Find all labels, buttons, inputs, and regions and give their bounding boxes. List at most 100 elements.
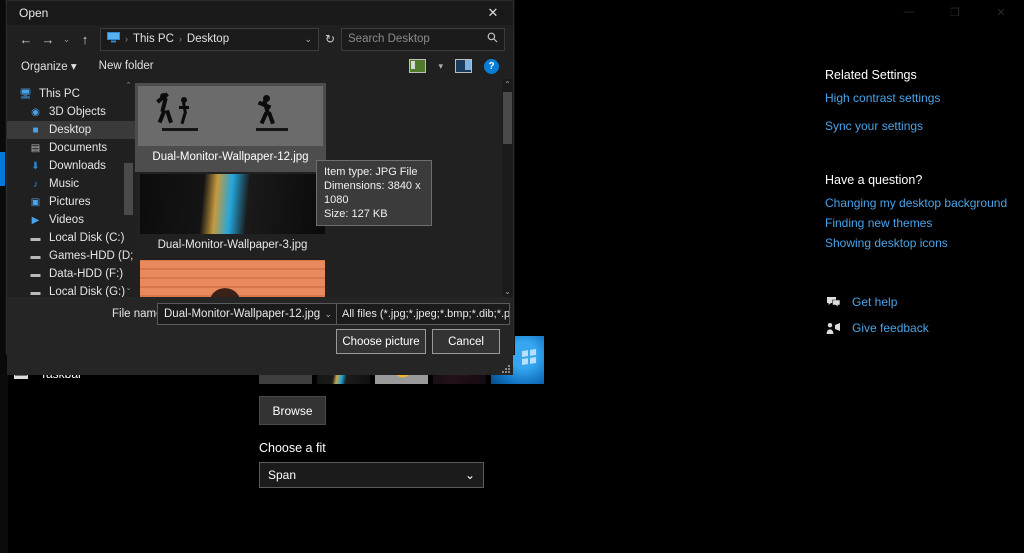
tree-scrollbar[interactable]: ⌃ ⌄ — [124, 81, 133, 293]
new-folder-button[interactable]: New folder — [99, 60, 154, 72]
scrollbar-thumb[interactable] — [503, 92, 512, 144]
music-icon: ♪ — [33, 178, 38, 190]
tree-item-label: Documents — [49, 142, 108, 154]
tooltip-dimensions: Dimensions: 3840 x 1080 — [324, 180, 421, 206]
close-button[interactable]: ✕ — [978, 0, 1024, 24]
maximize-button[interactable]: ❐ — [932, 0, 978, 24]
recent-locations-button[interactable]: ⌄ — [59, 28, 74, 50]
refresh-button[interactable]: ↻ — [319, 28, 341, 50]
link-finding-new-themes[interactable]: Finding new themes — [825, 216, 1024, 230]
chat-bubble-icon — [825, 294, 841, 310]
scroll-up-icon[interactable]: ⌃ — [502, 79, 513, 90]
tree-scroll-down-icon[interactable]: ⌄ — [124, 284, 133, 293]
dialog-body: 🖥 This PC ◉ 3D Objects ■ Desktop ▤ Documents ⬇ Do… — [7, 79, 513, 297]
tree-item-music[interactable]: ♪ Music — [7, 175, 135, 193]
tree-scroll-up-icon[interactable]: ⌃ — [124, 81, 133, 90]
tree-item-pictures[interactable]: ▣ Pictures — [7, 193, 135, 211]
tree-item-this-pc[interactable]: 🖥 This PC — [7, 85, 135, 103]
file-thumbnail — [138, 86, 323, 146]
dialog-command-bar: Organize ▾ New folder ▾ ? — [7, 53, 513, 79]
drive-icon: ▬ — [30, 286, 41, 298]
tree-item-label: Local Disk (C:) — [49, 232, 125, 244]
chevron-down-icon[interactable]: ⌄ — [324, 309, 332, 320]
chevron-down-icon: ⌄ — [464, 468, 475, 482]
minimize-button[interactable]: — — [886, 0, 932, 24]
browse-button[interactable]: Browse — [259, 396, 326, 425]
tree-item-downloads[interactable]: ⬇ Downloads — [7, 157, 135, 175]
dialog-close-button[interactable]: ✕ — [473, 1, 513, 25]
file-thumbnail — [140, 174, 325, 234]
tree-item-label: Downloads — [49, 160, 106, 172]
file-info-tooltip: Item type: JPG File Dimensions: 3840 x 1… — [316, 160, 432, 226]
file-name-input[interactable]: Dual-Monitor-Wallpaper-12.jpg ⌄ — [157, 303, 339, 325]
breadcrumb-this-pc[interactable]: This PC — [133, 33, 174, 45]
tree-item-label: Music — [49, 178, 80, 190]
related-settings-panel: Related Settings High contrast settings … — [825, 68, 1024, 346]
tree-item-data-hdd-f[interactable]: ▬ Data-HDD (F:) — [7, 265, 135, 283]
search-icon — [487, 32, 498, 46]
tree-item-local-disk-g[interactable]: ▬ Local Disk (G:) — [7, 283, 135, 297]
preview-pane-icon[interactable] — [455, 59, 472, 73]
pictures-icon: ▣ — [30, 196, 41, 208]
file-thumbnail — [140, 260, 325, 297]
up-button[interactable]: ↑ — [74, 28, 96, 50]
organize-button[interactable]: Organize ▾ — [21, 59, 77, 73]
link-sync-your-settings[interactable]: Sync your settings — [825, 119, 1024, 133]
file-type-filter-dropdown[interactable]: All files (*.jpg;*.jpeg;*.bmp;*.dib;*.pn… — [336, 303, 510, 325]
chevron-down-icon[interactable]: ⌄ — [304, 34, 312, 45]
choose-picture-button[interactable]: Choose picture — [336, 329, 426, 354]
file-item-photo[interactable] — [135, 260, 513, 297]
breadcrumb-separator-2: › — [178, 34, 182, 44]
tree-item-games-hdd-d[interactable]: ▬ Games-HDD (D; — [7, 247, 135, 265]
organize-label: Organize — [21, 61, 68, 73]
breadcrumb-desktop[interactable]: Desktop — [187, 33, 229, 45]
file-name-value: Dual-Monitor-Wallpaper-12.jpg — [164, 308, 321, 320]
tree-item-videos[interactable]: ▶ Videos — [7, 211, 135, 229]
search-input[interactable]: Search Desktop — [341, 27, 505, 51]
videos-icon: ▶ — [31, 214, 40, 226]
file-item-label: Dual-Monitor-Wallpaper-3.jpg — [157, 239, 308, 251]
dialog-title-bar: Open ✕ — [7, 1, 513, 25]
tree-item-label: Videos — [49, 214, 84, 226]
cancel-button[interactable]: Cancel — [432, 329, 500, 354]
link-showing-desktop-icons[interactable]: Showing desktop icons — [825, 236, 1024, 250]
documents-icon: ▤ — [30, 142, 41, 154]
back-button[interactable]: ← — [15, 28, 37, 50]
dialog-title: Open — [19, 6, 49, 20]
give-feedback-row[interactable]: Give feedback — [825, 320, 1024, 336]
tree-item-label: Data-HDD (F:) — [49, 268, 124, 280]
get-help-row[interactable]: Get help — [825, 294, 1024, 310]
drive-icon: ▬ — [30, 250, 41, 262]
drive-icon: ▬ — [30, 268, 41, 280]
3d-objects-icon: ◉ — [31, 106, 40, 118]
change-view-icon[interactable] — [409, 59, 427, 73]
tree-item-label: Local Disk (G:) — [49, 286, 126, 297]
file-list-scrollbar[interactable]: ⌃ ⌄ — [502, 79, 513, 297]
chevron-down-icon[interactable]: ▾ — [438, 61, 443, 72]
link-changing-my-desktop-background[interactable]: Changing my desktop background — [825, 196, 1024, 210]
tree-scroll-thumb[interactable] — [124, 163, 133, 215]
open-file-dialog: Open ✕ ← → ⌄ ↑ › This PC › Desktop ⌄ ↻ S… — [6, 0, 514, 375]
forward-button[interactable]: → — [37, 28, 59, 50]
file-item-selection: Dual-Monitor-Wallpaper-12.jpg — [135, 83, 326, 172]
tree-item-local-disk-c[interactable]: ▬ Local Disk (C:) — [7, 229, 135, 247]
scroll-down-icon[interactable]: ⌄ — [502, 286, 513, 297]
tree-item-label: Pictures — [49, 196, 91, 208]
settings-sidebar: Taskbar — [0, 360, 240, 553]
file-item-label: Dual-Monitor-Wallpaper-12.jpg — [152, 151, 309, 163]
address-bar[interactable]: › This PC › Desktop ⌄ — [100, 27, 319, 51]
help-icon[interactable]: ? — [484, 58, 499, 74]
resize-grip[interactable] — [502, 365, 510, 373]
tree-item-label: Games-HDD (D; — [49, 250, 134, 262]
tooltip-size: Size: 127 KB — [324, 208, 388, 220]
desktop-icon: ■ — [32, 124, 39, 136]
tree-item-documents[interactable]: ▤ Documents — [7, 139, 135, 157]
file-type-filter-value: All files (*.jpg;*.jpeg;*.bmp;*.dib;*.pn… — [342, 308, 510, 320]
choose-a-fit-dropdown[interactable]: Span ⌄ — [259, 462, 484, 488]
link-high-contrast-settings[interactable]: High contrast settings — [825, 91, 1024, 105]
tree-item-3d-objects[interactable]: ◉ 3D Objects — [7, 103, 135, 121]
file-item-wallpaper-12[interactable]: Dual-Monitor-Wallpaper-12.jpg — [135, 79, 513, 172]
tree-item-label: This PC — [39, 88, 80, 100]
navigation-tree-list: 🖥 This PC ◉ 3D Objects ■ Desktop ▤ Documents ⬇ Do… — [7, 85, 135, 297]
tree-item-desktop[interactable]: ■ Desktop — [7, 121, 135, 139]
